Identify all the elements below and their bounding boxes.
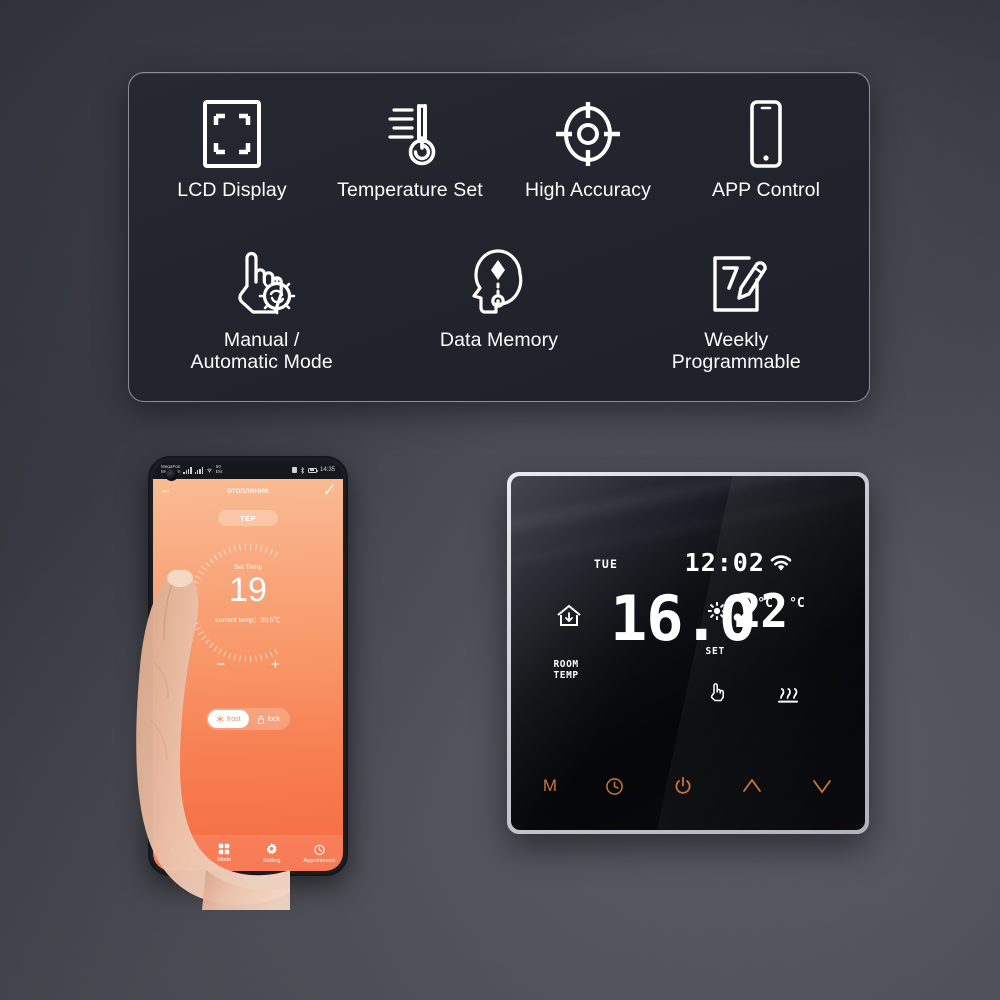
current-temp-label: current temp： — [215, 617, 261, 624]
set-temp-label: Set Temp — [233, 564, 263, 571]
feature-label: Temperature Set — [337, 179, 483, 201]
feature-manual-automatic-mode: Manual / Automatic Mode — [143, 245, 380, 393]
tab-label: Mode — [217, 857, 232, 863]
tab-setting[interactable]: Setting — [248, 835, 296, 871]
feature-high-accuracy: High Accuracy — [499, 95, 677, 245]
feature-label: Data Memory — [439, 329, 559, 351]
tab-label: Switch — [168, 857, 185, 864]
current-temp-readout: current temp：20.5℃ — [216, 614, 281, 624]
thermostat-touch-keys: M — [543, 776, 833, 796]
lcd-day-indicator: TUE — [593, 557, 619, 572]
tab-mode[interactable]: Mode — [201, 835, 249, 871]
thermostat-app: ← отопление TEP Set Temp 19 current temp… — [153, 479, 343, 871]
grid-icon — [219, 843, 230, 855]
hand-gear-icon — [225, 245, 299, 323]
lcd-clock-area: 12:02 — [685, 550, 793, 575]
feature-weekly-programmable: Weekly Programmable — [618, 245, 855, 393]
bluetooth-icon — [301, 466, 305, 474]
toggle-group: frost lock — [205, 708, 291, 730]
increase-temp-button[interactable]: + — [271, 657, 280, 672]
wifi-icon — [770, 555, 792, 571]
phone-screen: MegaFon MegaFon 50 B/s — [153, 461, 343, 871]
mode-m-key[interactable]: M — [543, 776, 557, 796]
power-key-icon[interactable] — [673, 776, 693, 796]
app-header: ← отопление — [153, 479, 343, 501]
set-temp-unit: °C — [789, 595, 805, 611]
lcd-clock-time: 12:02 — [684, 548, 765, 578]
status-bar-time: 14:35 — [319, 467, 335, 473]
pencil-edit-icon[interactable] — [323, 483, 336, 497]
sun-icon — [707, 602, 727, 625]
heating-waves-icon — [777, 686, 799, 709]
set-temp-value: 22 — [733, 583, 788, 638]
thermostat-glass-panel: TUE 12:02 ROOM TEMP 16.0 °C SET 22 °C M — [511, 476, 865, 830]
tep-button[interactable]: TEP — [218, 510, 278, 526]
feature-label: Weekly Programmable — [671, 329, 801, 374]
feature-label: High Accuracy — [525, 179, 651, 201]
notepad-pencil-icon — [705, 245, 768, 323]
wifi-status-icon — [206, 468, 212, 473]
decrease-temp-button[interactable]: − — [216, 657, 225, 672]
feature-label: APP Control — [711, 179, 821, 201]
app-title: отопление — [227, 485, 269, 495]
house-thermometer-icon — [556, 604, 582, 633]
lock-label: lock — [267, 715, 281, 723]
power-icon — [171, 843, 182, 855]
lcd-screen: TUE 12:02 ROOM TEMP 16.0 °C SET 22 °C — [553, 550, 822, 723]
tab-label: Setting — [263, 857, 281, 864]
frost-toggle[interactable]: frost — [207, 710, 249, 728]
feature-row-bottom: Manual / Automatic Mode Data Memory Week… — [143, 245, 855, 393]
thermostat-device: TUE 12:02 ROOM TEMP 16.0 °C SET 22 °C M — [507, 472, 869, 834]
tab-switch[interactable]: Switch — [153, 835, 201, 871]
feature-data-memory: Data Memory — [380, 245, 617, 393]
head-memory-icon — [468, 245, 530, 323]
temperature-dial[interactable]: Set Temp 19 current temp：20.5℃ — [153, 538, 343, 662]
lcd-display-icon — [201, 95, 263, 173]
thermometer-icon — [382, 95, 438, 173]
room-temp-label: ROOM TEMP — [553, 658, 579, 681]
set-temp-value: 19 — [229, 571, 267, 609]
manual-hand-icon — [707, 682, 727, 707]
feature-label: Manual / Automatic Mode — [190, 329, 333, 374]
tab-appointment[interactable]: Appointment — [296, 835, 344, 871]
data-rate: 50 B/s — [215, 464, 223, 474]
app-bottom-nav: Switch Mode Setting Appointment — [153, 835, 343, 871]
feature-lcd-display: LCD Display — [143, 95, 321, 245]
set-temp-label: SET — [705, 645, 726, 657]
chevron-up-key-icon[interactable] — [741, 777, 763, 795]
tab-label: Appointment — [303, 857, 335, 864]
alarm-clock-icon — [314, 844, 325, 855]
status-bar-right: 14:35 — [291, 466, 335, 474]
feature-label: LCD Display — [177, 179, 287, 201]
battery-icon — [307, 467, 318, 473]
set-temp-readout: 22 °C — [733, 583, 805, 638]
lock-toggle[interactable]: lock — [249, 710, 288, 728]
phone-status-bar: MegaFon MegaFon 50 B/s — [153, 461, 343, 479]
front-camera-punch-hole — [165, 468, 178, 481]
chevron-down-key-icon[interactable] — [811, 777, 833, 795]
gear-icon — [266, 842, 278, 854]
current-temp-value: 20.5℃ — [260, 617, 281, 624]
smartphone-device: MegaFon MegaFon 50 B/s — [148, 456, 348, 876]
frost-label: frost — [226, 715, 241, 723]
phone-in-hand: MegaFon MegaFon 50 B/s — [110, 440, 410, 910]
crosshair-target-icon — [555, 95, 621, 173]
glass-reflection-1 — [511, 476, 865, 540]
lock-icon — [257, 715, 264, 724]
signal-bars-icon-1 — [183, 466, 192, 474]
feature-app-control: APP Control — [677, 95, 855, 245]
feature-panel: LCD Display Temperature Set High Accurac… — [128, 72, 870, 402]
sim-icon — [291, 467, 297, 473]
clock-key-icon[interactable] — [605, 777, 624, 796]
smartphone-icon — [744, 95, 788, 173]
mode-toggles: frost lock — [153, 708, 343, 730]
feature-temperature-set: Temperature Set — [321, 95, 499, 245]
snowflake-icon — [216, 715, 224, 723]
feature-row-top: LCD Display Temperature Set High Accurac… — [143, 95, 855, 245]
signal-bars-icon-2 — [194, 466, 203, 474]
